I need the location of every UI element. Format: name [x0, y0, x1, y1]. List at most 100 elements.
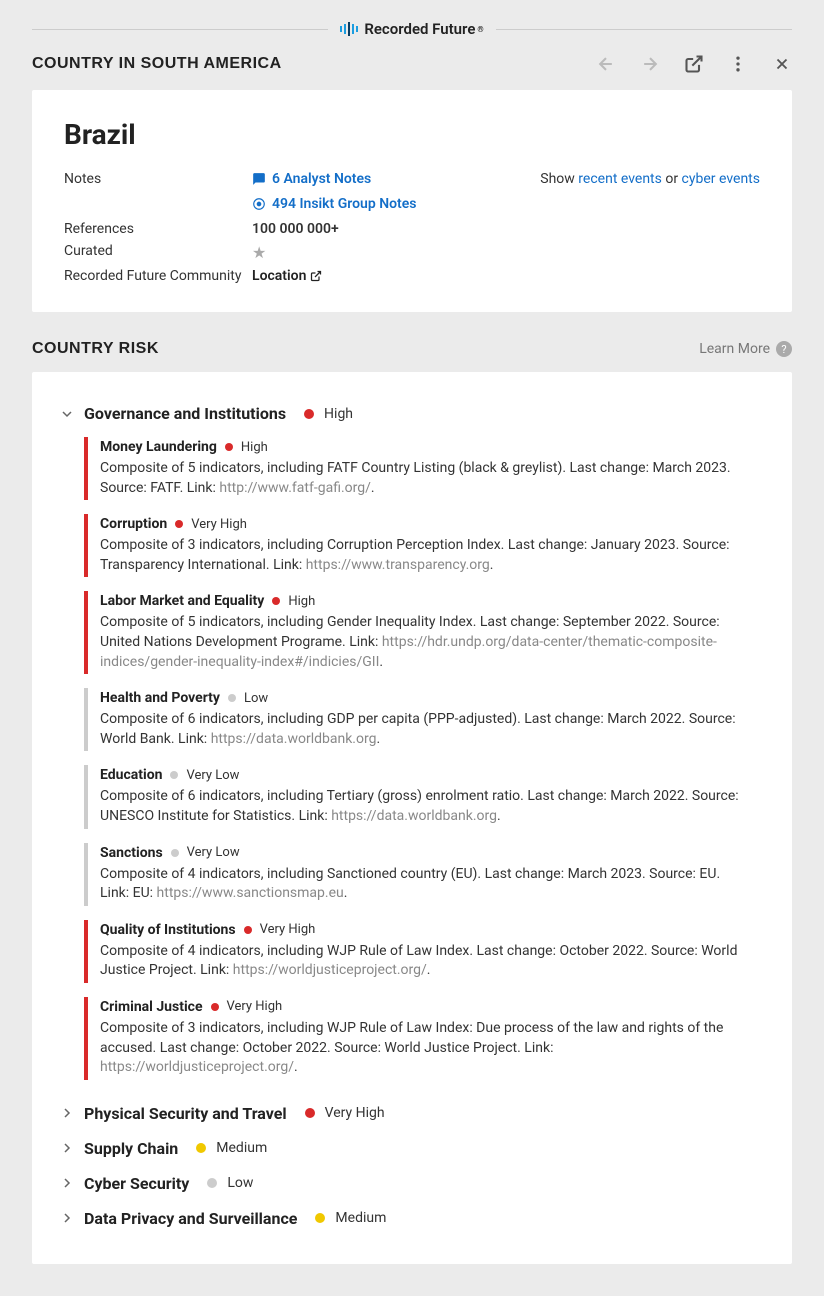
indicator-head: CorruptionVery High [100, 516, 752, 532]
indicator-source-link[interactable]: https://hdr.undp.org/data-center/themati… [100, 634, 717, 670]
chevron-right-icon [60, 1143, 74, 1153]
notes-label: Notes [64, 171, 252, 190]
meta-grid: Show recent events or cyber events Notes… [64, 171, 760, 284]
indicator-head: Sanctions Very Low [100, 845, 752, 861]
indicator-description: Composite of 6 indicators, including GDP… [100, 710, 752, 749]
indicator-item: SanctionsVery LowComposite of 4 indicato… [84, 843, 764, 906]
recent-events-link[interactable]: recent events [578, 171, 662, 187]
category-title: Data Privacy and Surveillance [84, 1209, 297, 1228]
indicator-level: Low [244, 691, 268, 706]
indicator-item: Criminal Justice Very High Composite of 3 … [84, 997, 764, 1080]
forward-button[interactable] [640, 54, 660, 74]
learn-more-link[interactable]: Learn More ? [699, 341, 792, 357]
indicator-level: Very High [260, 922, 316, 937]
analyst-notes-link[interactable]: 6 Analyst Notes [252, 171, 371, 187]
back-button[interactable] [596, 54, 616, 74]
indicators-list: Money LaunderingHigh Composite of 5 indic… [60, 437, 764, 1080]
indicator-item: Money LaunderingHigh Composite of 5 indic… [84, 437, 764, 500]
country-title: Brazil [64, 118, 760, 151]
risk-dot-icon [304, 409, 314, 419]
page-subtitle: COUNTRY IN SOUTH AMERICA [32, 55, 282, 73]
category-title: Cyber Security [84, 1174, 189, 1193]
indicator-description: Composite of 5 indicators, including Gen… [100, 613, 752, 672]
risk-dot-icon [305, 1108, 315, 1118]
category-title: Governance and Institutions [84, 404, 286, 423]
category-row[interactable]: Governance and Institutions High [60, 396, 764, 431]
country-card: Brazil Show recent events or cyber event… [32, 90, 792, 312]
location-link[interactable]: Location [252, 268, 322, 284]
indicator-head: Quality of Institutions Very High [100, 922, 752, 938]
chevron-right-icon [60, 1178, 74, 1188]
cyber-events-link[interactable]: cyber events [682, 171, 760, 187]
brand-icon [340, 22, 358, 36]
divider-right [496, 29, 792, 30]
references-label: References [64, 221, 252, 237]
header-actions [596, 54, 792, 74]
indicator-head: Health and Poverty Low [100, 690, 752, 706]
category-title: Physical Security and Travel [84, 1104, 287, 1123]
brand-logo: Recorded Future® [340, 20, 483, 38]
category-row[interactable]: Physical Security and Travel Very High [60, 1096, 764, 1131]
risk-dot-icon [171, 849, 179, 857]
star-icon[interactable]: ★ [252, 243, 266, 262]
indicator-item: Education Very Low Composite of 6 indicato… [84, 765, 764, 828]
risk-dot-icon [207, 1178, 217, 1188]
indicator-name: Quality of Institutions [100, 922, 236, 938]
category-row[interactable]: Supply ChainMedium [60, 1131, 764, 1166]
risk-dot-icon [175, 520, 183, 528]
category-title: Supply Chain [84, 1139, 178, 1158]
more-menu-button[interactable] [728, 54, 748, 74]
indicator-head: Education Very Low [100, 767, 752, 783]
category-row[interactable]: Data Privacy and Surveillance Medium [60, 1201, 764, 1236]
risk-level: High [324, 406, 353, 422]
indicator-source-link[interactable]: https://worldjusticeproject.org/ [100, 1059, 294, 1075]
category-row[interactable]: Cyber Security Low [60, 1166, 764, 1201]
indicator-name: Education [100, 767, 162, 783]
indicator-name: Labor Market and Equality [100, 593, 264, 609]
indicator-source-link[interactable]: https://worldjusticeproject.org/ [233, 962, 427, 978]
risk-level: Medium [335, 1210, 386, 1226]
indicator-item: CorruptionVery HighComposite of 3 indica… [84, 514, 764, 577]
indicator-source-link[interactable]: https://data.worldbank.org [211, 731, 377, 747]
risk-level: Low [227, 1175, 253, 1191]
indicator-description: Composite of 6 indicators, including Ter… [100, 787, 752, 826]
risk-section-title: COUNTRY RISK [32, 340, 159, 358]
insikt-notes-link[interactable]: 494 Insikt Group Notes [252, 196, 416, 212]
indicator-description: Composite of 4 indicators, including WJP… [100, 942, 752, 981]
close-button[interactable] [772, 54, 792, 74]
risk-card: Governance and InstitutionsHighMoney Lau… [32, 372, 792, 1264]
show-links: Show recent events or cyber events [540, 171, 760, 187]
indicator-level: Very High [191, 517, 247, 532]
indicator-source-link[interactable]: https://www.sanctionsmap.eu [157, 885, 344, 901]
indicator-level: High [288, 594, 315, 609]
risk-dot-icon [225, 443, 233, 451]
risk-level: Very High [325, 1105, 385, 1121]
divider-left [32, 29, 328, 30]
indicator-source-link[interactable]: http://www.fatf-gafi.org/ [219, 480, 371, 496]
risk-dot-icon [196, 1143, 206, 1153]
indicator-level: Very Low [187, 845, 240, 860]
indicator-description: Composite of 5 indicators, including FAT… [100, 459, 752, 498]
indicator-level: High [241, 440, 268, 455]
indicator-level: Very High [227, 999, 283, 1014]
indicator-item: Labor Market and Equality High Composite o… [84, 591, 764, 674]
indicator-name: Criminal Justice [100, 999, 203, 1015]
risk-dot-icon [170, 771, 178, 779]
indicator-name: Health and Poverty [100, 690, 220, 706]
risk-dot-icon [211, 1003, 219, 1011]
indicator-item: Health and Poverty Low Composite of 6 indi… [84, 688, 764, 751]
indicator-description: Composite of 3 indicators, including WJP… [100, 1019, 752, 1078]
risk-dot-icon [228, 694, 236, 702]
open-external-button[interactable] [684, 54, 704, 74]
brand-bar: Recorded Future® [0, 0, 824, 54]
indicator-head: Money LaunderingHigh [100, 439, 752, 455]
chevron-right-icon [60, 1108, 74, 1118]
external-link-icon [310, 270, 322, 282]
chevron-right-icon [60, 1213, 74, 1223]
indicator-name: Sanctions [100, 845, 163, 861]
indicator-source-link[interactable]: https://data.worldbank.org [331, 808, 497, 824]
risk-dot-icon [244, 926, 252, 934]
indicator-level: Very Low [186, 768, 239, 783]
indicator-item: Quality of Institutions Very High Composit… [84, 920, 764, 983]
indicator-source-link[interactable]: https://www.transparency.org [306, 557, 490, 573]
